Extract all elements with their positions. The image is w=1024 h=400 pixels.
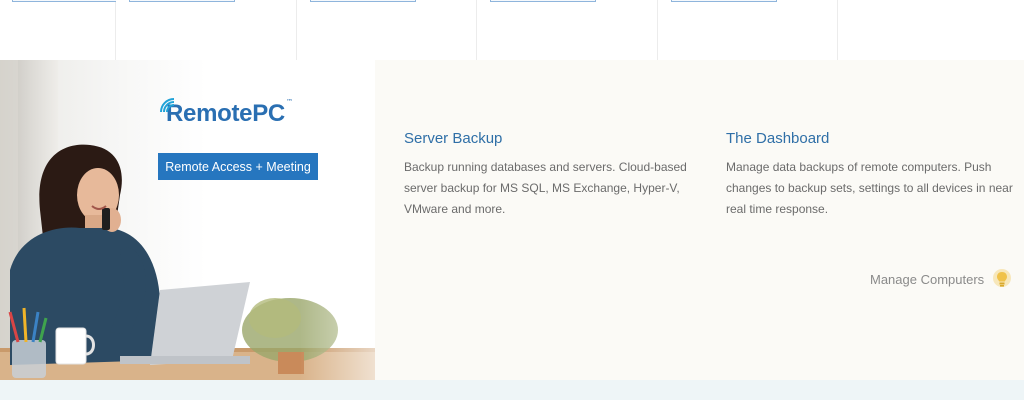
top-card-button-4[interactable] (490, 0, 596, 2)
top-card-button-3[interactable] (309, 0, 416, 2)
brand-name: RemotePC (166, 100, 285, 127)
feature-server-backup: Server Backup Backup running databases a… (404, 130, 694, 220)
top-card-4 (477, 0, 658, 60)
top-card-button-2[interactable] (129, 0, 235, 2)
feature-description: Backup running databases and servers. Cl… (404, 160, 687, 216)
remote-access-meeting-button[interactable]: Remote Access + Meeting (158, 153, 318, 180)
brand-trademark: ™ (285, 98, 293, 106)
manage-computers-link[interactable]: Manage Computers (870, 268, 1012, 290)
top-card-3 (296, 0, 477, 60)
top-card-5 (657, 0, 838, 60)
top-card-button-5[interactable] (670, 0, 777, 2)
feature-title[interactable]: Server Backup (404, 130, 694, 147)
remotepc-logo[interactable]: RemotePC ™ (158, 94, 293, 128)
feature-title[interactable]: The Dashboard (726, 130, 1016, 147)
promo-photo: RemotePC ™ Remote Access + Meeting (0, 60, 375, 380)
lightbulb-icon (993, 269, 1012, 287)
manage-computers-label[interactable]: Manage Computers (870, 272, 984, 287)
top-card-6 (838, 0, 1024, 60)
wifi-wave-icon (160, 98, 175, 113)
top-card-button-1[interactable] (12, 0, 118, 2)
remotepc-promo-band: RemotePC ™ Remote Access + Meeting Serve… (0, 60, 1024, 380)
feature-dashboard: The Dashboard Manage data backups of rem… (726, 130, 1016, 220)
next-section-strip (0, 380, 1024, 400)
top-card-row (0, 0, 1024, 60)
feature-description: Manage data backups of remote computers.… (726, 160, 1013, 216)
top-card-1 (0, 0, 118, 60)
top-card-2 (116, 0, 297, 60)
